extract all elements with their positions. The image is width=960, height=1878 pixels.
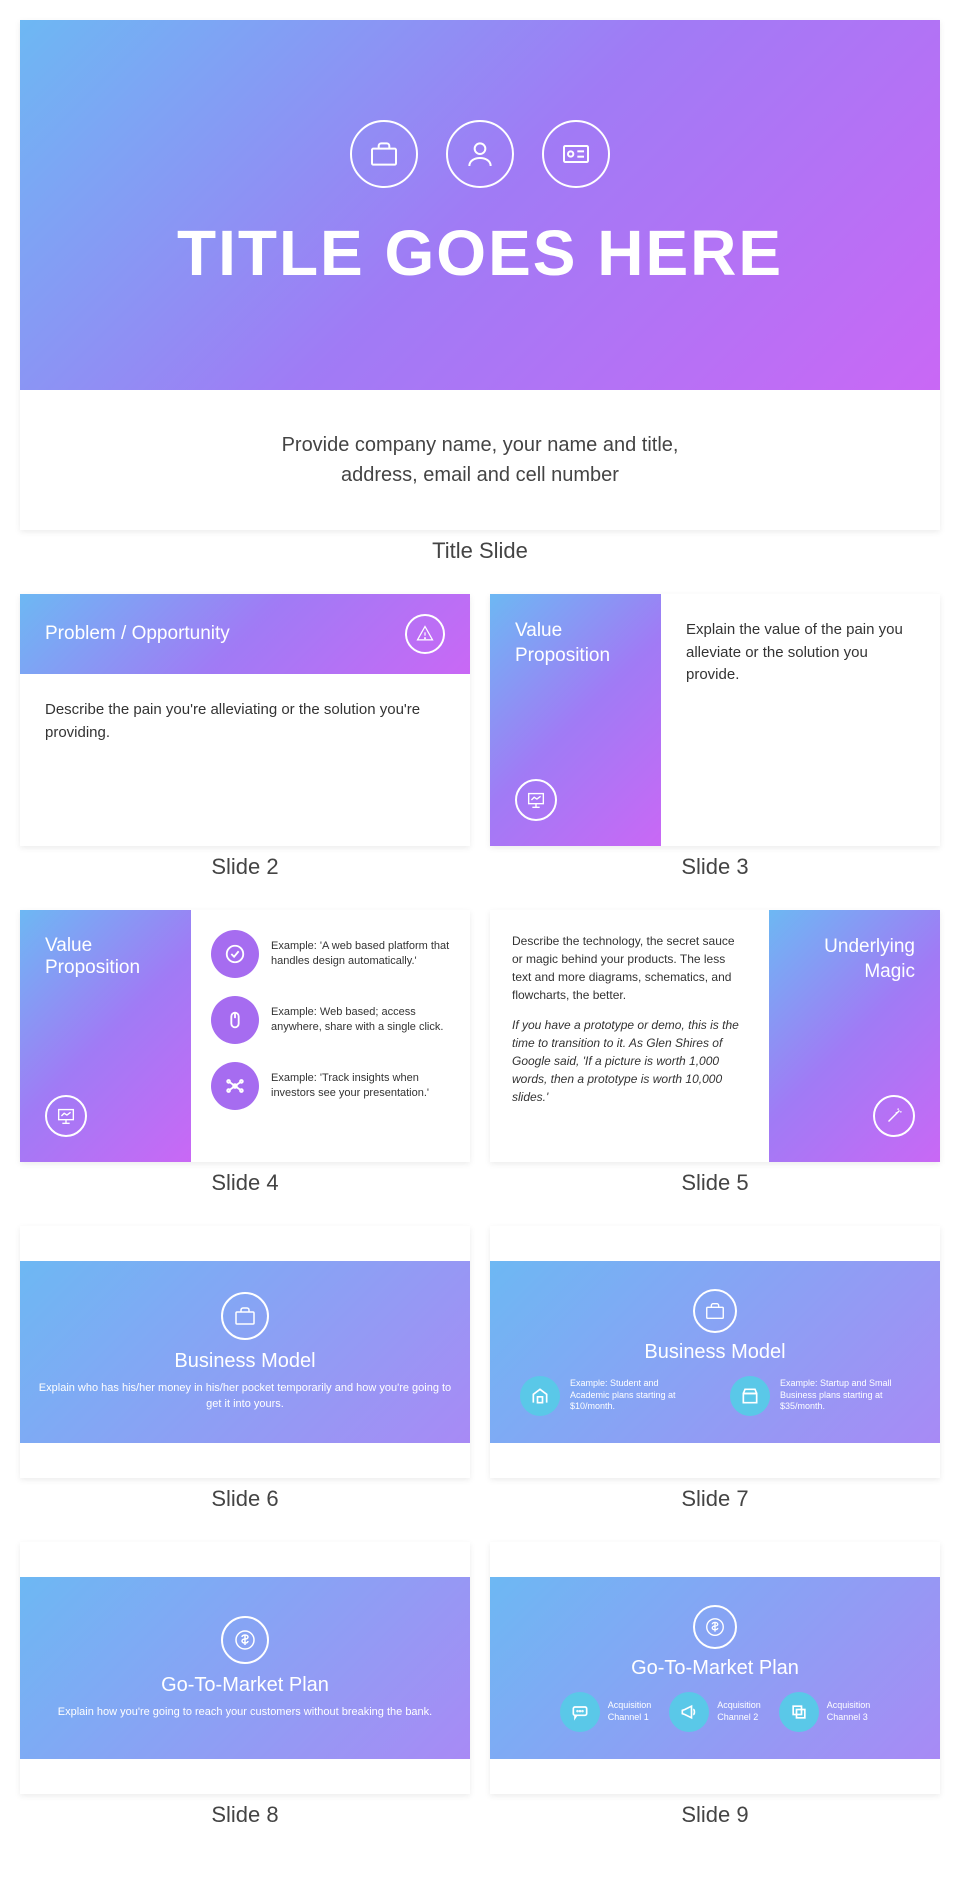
- main-title: TITLE GOES HERE: [177, 216, 783, 290]
- wand-icon: [873, 1095, 915, 1137]
- s3-label: Slide 3: [490, 854, 940, 880]
- briefcase-icon: [350, 120, 418, 188]
- layers-icon: [779, 1692, 819, 1732]
- s7-mid: Business Model Example: Student and Acad…: [490, 1261, 940, 1443]
- s3-body: Explain the value of the pain you allevi…: [661, 594, 940, 846]
- briefcase-icon: [221, 1292, 269, 1340]
- slide-9: Go-To-Market Plan Acquisition Channel 1 …: [490, 1542, 940, 1794]
- briefcase-icon: [693, 1289, 737, 1333]
- network-icon: [211, 1062, 259, 1110]
- s7-title: Business Model: [644, 1341, 785, 1364]
- id-card-icon: [542, 120, 610, 188]
- warning-icon: [405, 614, 445, 654]
- s5-body: Describe the technology, the secret sauc…: [490, 910, 769, 1162]
- s4-i3: Example: 'Track insights when investors …: [271, 1071, 450, 1102]
- title-label: Title Slide: [20, 538, 940, 564]
- s9-a2: Acquisition Channel 2: [717, 1700, 761, 1723]
- slide-6: Business Model Explain who has his/her m…: [20, 1226, 470, 1478]
- s2-body: Describe the pain you're alleviating or …: [20, 674, 470, 769]
- s9-a3: Acquisition Channel 3: [827, 1700, 871, 1723]
- s7-i2: Example: Startup and Small Business plan…: [780, 1378, 910, 1413]
- s4-i1: Example: 'A web based platform that hand…: [271, 939, 450, 970]
- slide-4: Value Proposition Example: 'A web based …: [20, 910, 470, 1162]
- s8-mid: Go-To-Market Plan Explain how you're goi…: [20, 1577, 470, 1759]
- slide-3: Value Proposition Explain the value of t…: [490, 594, 940, 846]
- s9-title: Go-To-Market Plan: [631, 1657, 799, 1680]
- s5-p1: Describe the technology, the secret sauc…: [512, 932, 747, 1004]
- s2-title: Problem / Opportunity: [45, 623, 230, 645]
- s4-title: Value Proposition: [45, 935, 166, 979]
- megaphone-icon: [669, 1692, 709, 1732]
- slide-7: Business Model Example: Student and Acad…: [490, 1226, 940, 1478]
- s9-label: Slide 9: [490, 1802, 940, 1828]
- s6-desc: Explain who has his/her money in his/her…: [35, 1381, 455, 1412]
- s6-label: Slide 6: [20, 1486, 470, 1512]
- user-icon: [446, 120, 514, 188]
- slide-5: Describe the technology, the secret sauc…: [490, 910, 940, 1162]
- s8-title: Go-To-Market Plan: [161, 1674, 329, 1697]
- s8-desc: Explain how you're going to reach your c…: [58, 1705, 432, 1720]
- s5-p2: If you have a prototype or demo, this is…: [512, 1016, 747, 1106]
- s7-label: Slide 7: [490, 1486, 940, 1512]
- s3-title: Value Proposition: [515, 619, 636, 668]
- shop-icon: [730, 1376, 770, 1416]
- mouse-icon: [211, 996, 259, 1044]
- check-icon: [211, 930, 259, 978]
- s2-label: Slide 2: [20, 854, 470, 880]
- title-subtitle: Provide company name, your name and titl…: [20, 390, 940, 530]
- s6-title: Business Model: [174, 1350, 315, 1373]
- slide-8: Go-To-Market Plan Explain how you're goi…: [20, 1542, 470, 1794]
- presentation-icon: [45, 1095, 87, 1137]
- s5-right: Underlying Magic: [769, 910, 940, 1162]
- s4-items: Example: 'A web based platform that hand…: [191, 910, 470, 1162]
- s4-left: Value Proposition: [20, 910, 191, 1162]
- dollar-icon: [221, 1616, 269, 1664]
- s7-i1: Example: Student and Academic plans star…: [570, 1378, 700, 1413]
- title-top: TITLE GOES HERE: [20, 20, 940, 390]
- s9-a1: Acquisition Channel 1: [608, 1700, 652, 1723]
- s5-label: Slide 5: [490, 1170, 940, 1196]
- s3-left: Value Proposition: [490, 594, 661, 846]
- presentation-icon: [515, 779, 557, 821]
- s4-label: Slide 4: [20, 1170, 470, 1196]
- icon-row: [350, 120, 610, 188]
- chat-icon: [560, 1692, 600, 1732]
- s4-i2: Example: Web based; access anywhere, sha…: [271, 1005, 450, 1036]
- s5-title: Underlying Magic: [824, 935, 915, 984]
- s9-mid: Go-To-Market Plan Acquisition Channel 1 …: [490, 1577, 940, 1759]
- building-icon: [520, 1376, 560, 1416]
- title-slide: TITLE GOES HERE Provide company name, yo…: [20, 20, 940, 530]
- s8-label: Slide 8: [20, 1802, 470, 1828]
- s6-mid: Business Model Explain who has his/her m…: [20, 1261, 470, 1443]
- s2-header: Problem / Opportunity: [20, 594, 470, 674]
- slide-2: Problem / Opportunity Describe the pain …: [20, 594, 470, 846]
- dollar-icon: [693, 1605, 737, 1649]
